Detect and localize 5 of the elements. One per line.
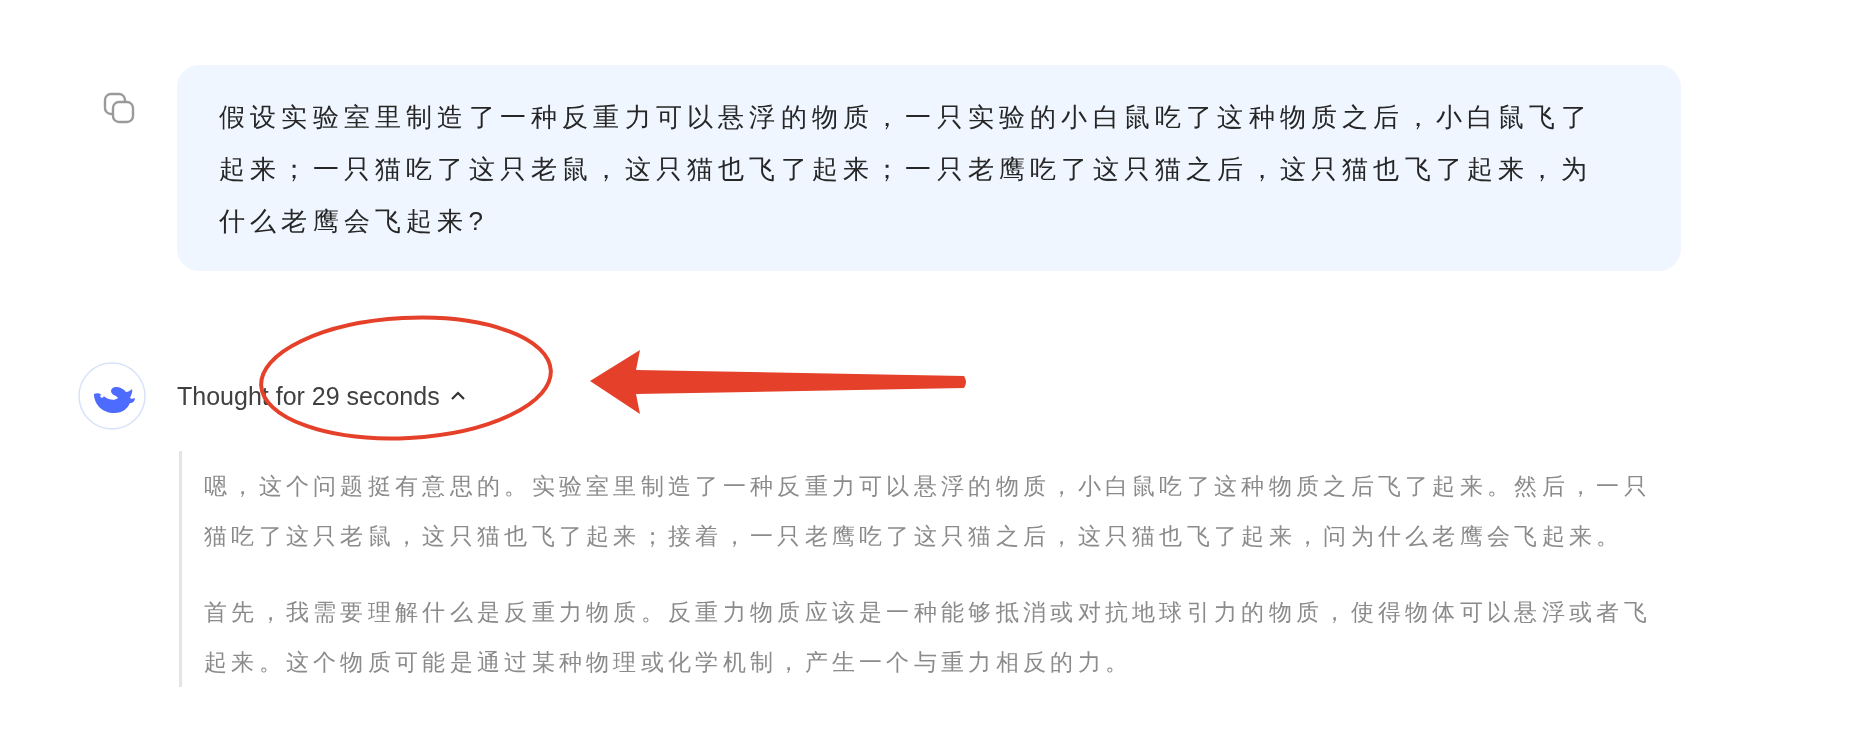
user-message: 假设实验室里制造了一种反重力可以悬浮的物质，一只实验的小白鼠吃了这种物质之后，小白鼠飞了起来；一只猫吃了这只老鼠，这只猫也飞了起来；一只老鹰吃了这只猫之后，这只猫也飞了起来，为什么老鹰会飞起来? — [177, 65, 1681, 271]
thought-paragraph: 嗯，这个问题挺有意思的。实验室里制造了一种反重力可以悬浮的物质，小白鼠吃了这种物质之后飞了起来。然后，一只猫吃了这只老鼠，这只猫也飞了起来；接着，一只老鹰吃了这只猫之后，这只猫也飞了起来，问为什么老鹰会飞起来。 — [204, 472, 1652, 551]
caret-icon — [449, 390, 466, 402]
whale-avatar-icon — [78, 362, 146, 430]
thought-paragraph: 首先，我需要理解什么是反重力物质。反重力物质应该是一种能够抵消或对抗地球引力的物质，使得物体可以悬浮或者飞起来。这个物质可能是通过某种物理或化学机制，产生一个与重力相反的力。 — [204, 598, 1652, 677]
